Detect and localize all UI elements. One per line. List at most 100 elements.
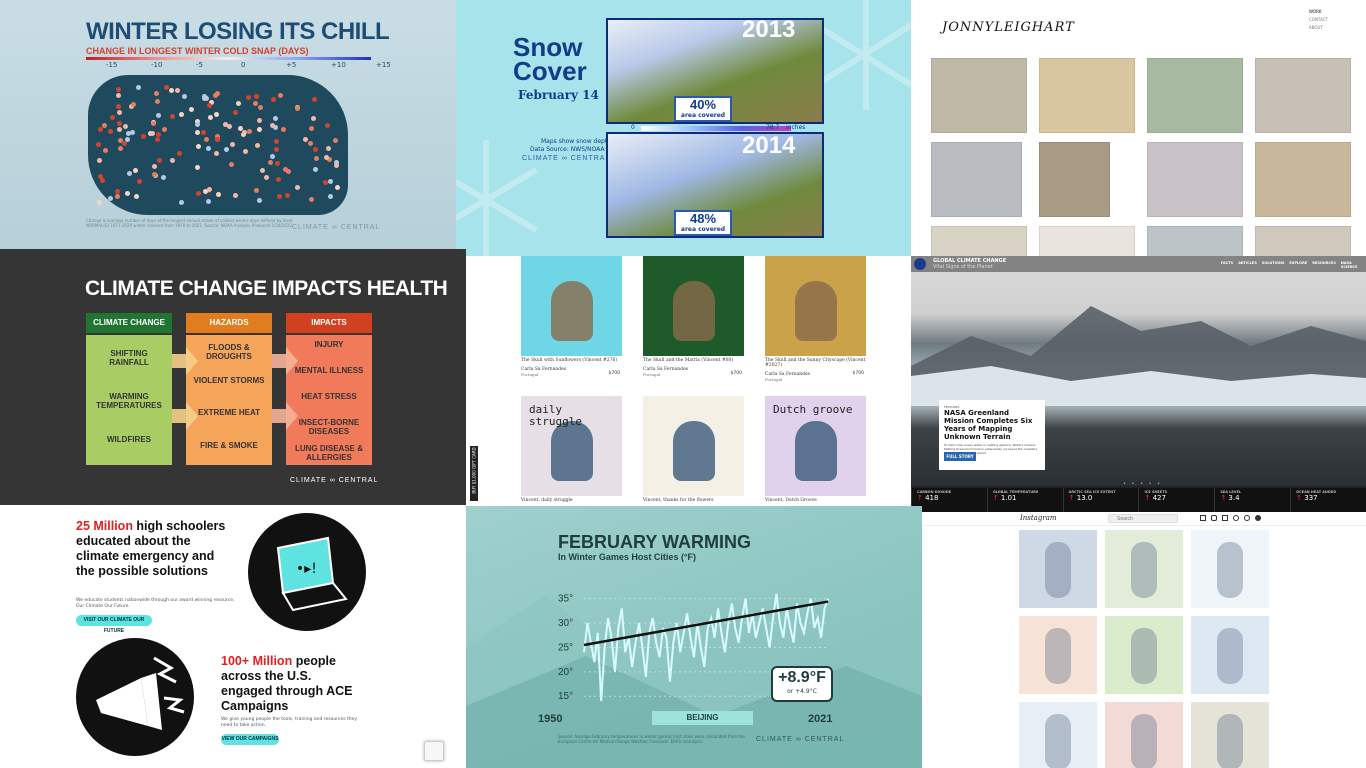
ig-search-input[interactable]: [1108, 514, 1178, 523]
ig-post-thumb[interactable]: [1105, 616, 1183, 694]
ig-logo[interactable]: Instagram: [1020, 514, 1057, 522]
station-dot: [334, 185, 340, 191]
messages-icon[interactable]: [1211, 515, 1217, 521]
portfolio-thumb[interactable]: [931, 226, 1027, 256]
nav-solutions[interactable]: SOLUTIONS: [1262, 261, 1285, 269]
heart-icon[interactable]: [1244, 515, 1250, 521]
artwork-image[interactable]: [643, 256, 744, 356]
portrait-figure: [795, 281, 837, 341]
artwork-image[interactable]: [765, 256, 866, 356]
illustration-figure: [1131, 628, 1157, 684]
vital-sign-stat[interactable]: GLOBAL TEMPERATURE ↑ 1.01: [986, 488, 1063, 512]
nav-link-about[interactable]: ABOUT: [1309, 24, 1349, 32]
scale-tick: -15: [106, 61, 118, 69]
portfolio-thumb[interactable]: [1255, 58, 1351, 133]
ig-post-thumb[interactable]: [1191, 616, 1269, 694]
artwork-title[interactable]: Vincent, daily struggle: [521, 498, 622, 503]
gift-card-tab[interactable]: BUY $1,000 GIFT CARD: [470, 446, 478, 501]
nav-nasa-science[interactable]: NASA SCIENCE: [1341, 261, 1361, 269]
vital-sign-stat[interactable]: SEA LEVEL ↑ 3.4: [1214, 488, 1290, 512]
artwork-title[interactable]: The Skull with Sunflowers (Vincent #276): [521, 358, 622, 363]
artwork-title[interactable]: Vincent, thanks for the flowers: [643, 498, 744, 503]
winter-note: Change is average number of days of the …: [86, 218, 293, 228]
artwork-image[interactable]: Dutch groove: [765, 396, 866, 496]
ig-post-thumb[interactable]: [1105, 702, 1183, 768]
artwork-card[interactable]: daily struggle Vincent, daily struggle: [521, 396, 622, 506]
ig-post-thumb[interactable]: [1191, 530, 1269, 608]
artwork-image[interactable]: [643, 396, 744, 496]
recaptcha-badge[interactable]: [424, 741, 444, 761]
vital-sign-stat[interactable]: ARCTIC SEA ICE EXTENT ↑ 13.0: [1062, 488, 1139, 512]
up-arrow-icon: ↑: [992, 494, 1001, 502]
artwork-card[interactable]: Vincent, thanks for the flowers: [643, 396, 744, 506]
portfolio-thumb[interactable]: [1255, 142, 1351, 217]
panel-winter-chill: WINTER LOSING ITS CHILL CHANGE IN LONGES…: [0, 0, 456, 249]
explore-icon[interactable]: [1233, 515, 1239, 521]
station-dot: [313, 147, 319, 153]
station-dot: [207, 114, 213, 120]
vital-sign-stat[interactable]: CARBON DIOXIDE ↑ 418: [911, 488, 987, 512]
full-story-button[interactable]: FULL STORY: [944, 452, 976, 461]
ig-nav-icons: [1200, 515, 1261, 521]
vital-sign-stat[interactable]: OCEAN HEAT ADDED ↑ 337: [1290, 488, 1366, 512]
artwork-card[interactable]: Dutch groove Vincent, Dutch Groove: [765, 396, 866, 506]
nav-link-contact[interactable]: CONTACT: [1309, 16, 1349, 24]
station-dot: [332, 137, 338, 143]
feature-title[interactable]: NASA Greenland Mission Completes Six Yea…: [944, 409, 1040, 441]
brand-logo[interactable]: JONNYLEIGHART: [942, 20, 1075, 35]
nav-resources[interactable]: RESOURCES: [1312, 261, 1336, 269]
artwork-title[interactable]: The Skull and the Sunny Cityscape (Vince…: [765, 358, 866, 368]
portfolio-thumb[interactable]: [1039, 142, 1110, 217]
portfolio-thumb[interactable]: [1147, 142, 1243, 217]
station-dot: [117, 126, 123, 132]
artwork-price: $700: [608, 371, 620, 376]
portfolio-thumb[interactable]: [1039, 58, 1135, 133]
artwork-card[interactable]: The Skull with Sunflowers (Vincent #276)…: [521, 256, 622, 391]
station-dot: [274, 147, 280, 153]
carousel-dots[interactable]: • • • • •: [1123, 481, 1162, 487]
portfolio-thumb[interactable]: [1147, 58, 1243, 133]
ig-post-thumb[interactable]: [1019, 616, 1097, 694]
stat1-button[interactable]: VISIT OUR CLIMATE OUR FUTURE: [76, 615, 152, 634]
stat2-body: We give young people the tools, training…: [221, 717, 358, 728]
nasa-logo[interactable]: [914, 258, 926, 270]
new-post-icon[interactable]: [1222, 515, 1228, 521]
artwork-title[interactable]: Vincent, Dutch Groove: [765, 498, 866, 503]
station-dot: [206, 199, 212, 205]
artwork-title[interactable]: The Skull and the Matrix (Vincent #80): [643, 358, 744, 363]
nav-facts[interactable]: FACTS: [1221, 261, 1233, 269]
station-dot: [281, 126, 287, 132]
artwork-card[interactable]: The Skull and the Matrix (Vincent #80) Ca…: [643, 256, 744, 391]
stat2-button[interactable]: VIEW OUR CAMPAIGNS: [221, 734, 279, 745]
station-dot: [328, 194, 334, 200]
ig-post-thumb[interactable]: [1019, 702, 1097, 768]
scale-bar: [86, 57, 371, 60]
nav-explore[interactable]: EXPLORE: [1289, 261, 1307, 269]
winter-subtitle: CHANGE IN LONGEST WINTER COLD SNAP (DAYS…: [86, 46, 309, 56]
station-dot: [252, 101, 258, 107]
profile-avatar[interactable]: [1255, 515, 1261, 521]
portfolio-thumb[interactable]: [931, 58, 1027, 133]
artwork-card[interactable]: The Skull and the Sunny Cityscape (Vince…: [765, 256, 866, 391]
portfolio-thumb[interactable]: [1147, 226, 1243, 256]
panel-instagram: Instagram: [922, 512, 1366, 768]
artwork-image[interactable]: daily struggle: [521, 396, 622, 496]
station-dot: [196, 190, 202, 196]
ig-post-thumb[interactable]: [1019, 530, 1097, 608]
scale-tick: +5: [286, 61, 297, 69]
ig-post-thumb[interactable]: [1105, 530, 1183, 608]
ig-post-thumb[interactable]: [1191, 702, 1269, 768]
nav-link-work[interactable]: WORK: [1309, 8, 1349, 16]
scale-tick: -10: [151, 61, 163, 69]
portfolio-thumb[interactable]: [931, 142, 1022, 217]
artwork-image[interactable]: [521, 256, 622, 356]
stat2-heading: 100+ Million people across the U.S. enga…: [221, 654, 361, 714]
nav-articles[interactable]: ARTICLES: [1238, 261, 1257, 269]
portfolio-thumb[interactable]: [1255, 226, 1351, 256]
vital-sign-stat[interactable]: ICE SHEETS ↑ 427: [1138, 488, 1214, 512]
station-dot: [129, 129, 135, 135]
home-icon[interactable]: [1200, 515, 1206, 521]
stat-value: ↑ 427: [1144, 494, 1166, 502]
station-dot: [201, 93, 207, 99]
portfolio-thumb[interactable]: [1039, 226, 1135, 256]
